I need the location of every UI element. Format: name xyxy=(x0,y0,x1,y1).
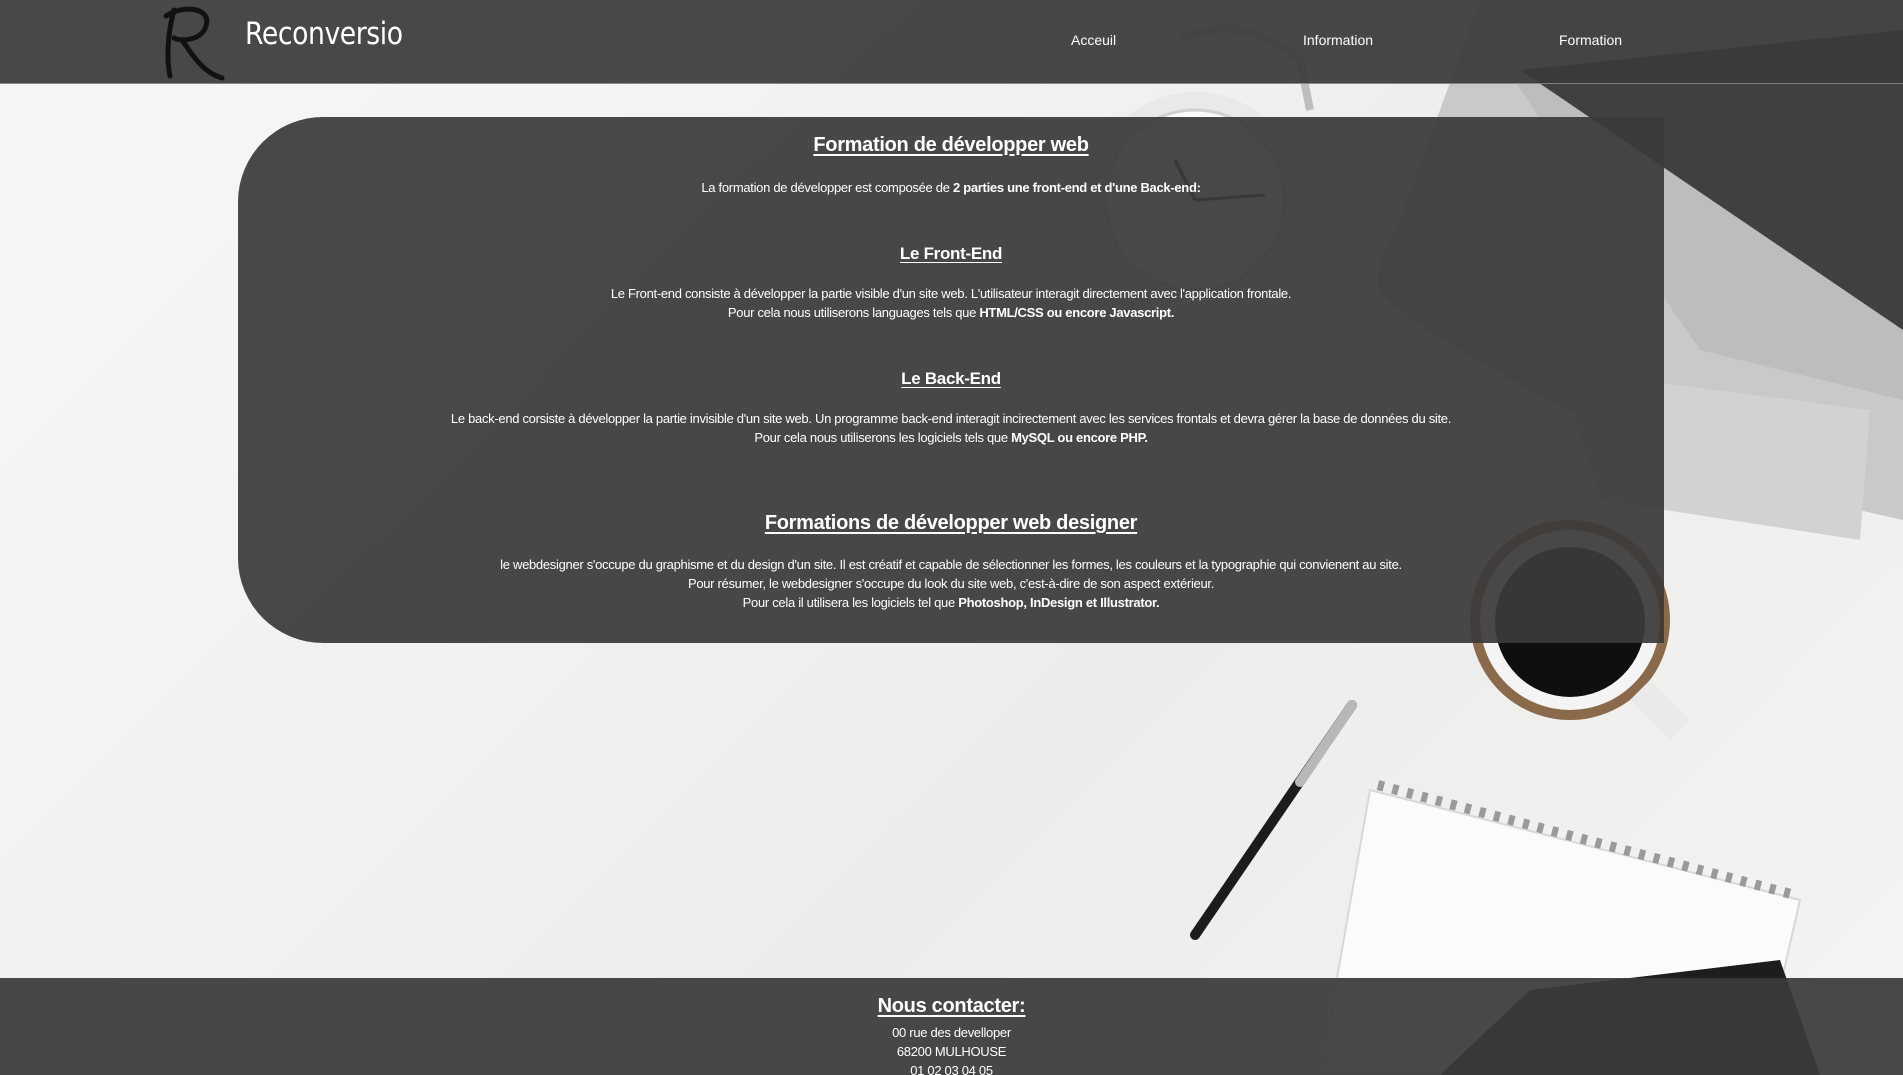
front-end-line-2-bold: HTML/CSS ou encore Javascript. xyxy=(979,305,1175,320)
intro-paragraph: La formation de développer est composée … xyxy=(238,178,1664,197)
back-end-line-2-bold: MySQL ou encore PHP. xyxy=(1011,430,1148,445)
site-footer: Nous contacter: 00 rue des develloper 68… xyxy=(0,978,1903,1075)
back-end-title: Le Back-End xyxy=(901,369,1001,388)
front-end-title: Le Front-End xyxy=(899,244,1003,263)
pen-illustration xyxy=(1190,700,1357,940)
footer-title: Nous contacter: xyxy=(877,995,1026,1017)
footer-address: 00 rue des develloper xyxy=(892,1025,1011,1040)
logo-r-icon[interactable] xyxy=(160,2,226,82)
designer-line-3: Pour cela il utilisera les logiciels tel… xyxy=(238,593,1664,612)
front-end-line-2: Pour cela nous utiliserons languages tel… xyxy=(238,303,1664,322)
site-header: Reconversio Acceuil Information Formatio… xyxy=(0,0,1903,84)
designer-line-3-text: Pour cela il utilisera les logiciels tel… xyxy=(742,595,959,610)
designer-line-2: Pour résumer, le webdesigner s'occupe du… xyxy=(687,576,1215,591)
page: Reconversio Acceuil Information Formatio… xyxy=(0,0,1903,1075)
back-end-line-1: Le back-end corsiste à développer la par… xyxy=(450,411,1452,426)
intro-text: La formation de développer est composée … xyxy=(701,180,953,195)
designer-title: Formations de développer web designer xyxy=(764,512,1138,534)
intro-bold: 2 parties une front-end et d'une Back-en… xyxy=(952,180,1201,195)
designer-line-3-bold: Photoshop, InDesign et Illustrator. xyxy=(958,595,1160,610)
page-title: Formation de développer web xyxy=(813,134,1089,156)
nav-link-information[interactable]: Information xyxy=(1303,32,1373,48)
front-end-line-1: Le Front-end consiste à développer la pa… xyxy=(610,286,1292,301)
footer-phone: 01 02 03 04 05 xyxy=(910,1063,993,1075)
designer-line-1: le webdesigner s'occupe du graphisme et … xyxy=(500,557,1402,572)
nav-link-accueil[interactable]: Acceuil xyxy=(1071,32,1116,48)
footer-city: 68200 MULHOUSE xyxy=(896,1044,1007,1059)
formation-content-card: Formation de développer web La formation… xyxy=(238,117,1664,643)
back-end-line-2-text: Pour cela nous utiliserons les logiciels… xyxy=(754,430,1012,445)
front-end-line-2-text: Pour cela nous utiliserons languages tel… xyxy=(727,305,980,320)
nav-link-formation[interactable]: Formation xyxy=(1559,32,1622,48)
brand-name[interactable]: Reconversio xyxy=(245,16,403,52)
back-end-line-2: Pour cela nous utiliserons les logiciels… xyxy=(238,428,1664,447)
